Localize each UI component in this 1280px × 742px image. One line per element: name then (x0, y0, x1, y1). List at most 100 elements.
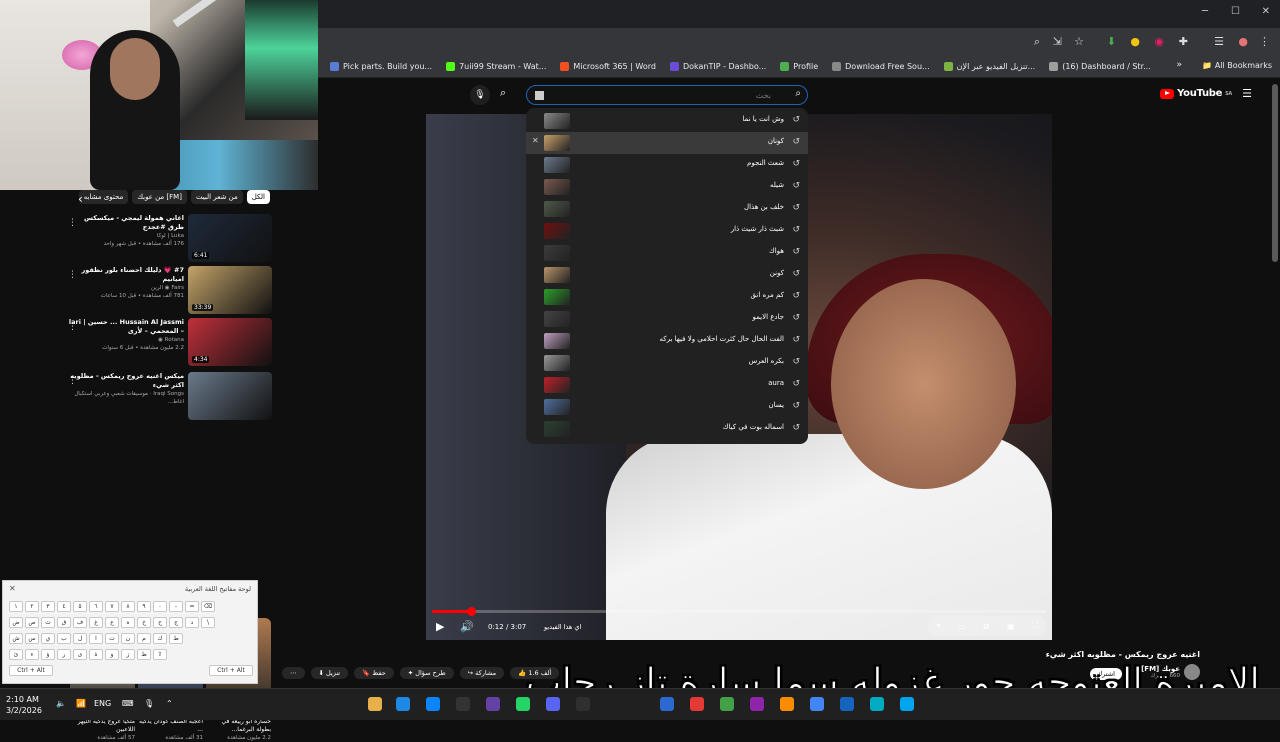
twitch-icon[interactable] (486, 697, 500, 711)
app-icon-d[interactable] (750, 697, 764, 711)
autoplay-icon[interactable]: ⏸ (937, 621, 941, 631)
voice-search-icon[interactable]: 🎙 (470, 85, 490, 105)
extensions-icon[interactable]: ✚ (1179, 35, 1188, 48)
related-video-title[interactable]: ميكس اغنيه عروج ريمكس - مظلوبه اكثر شيء (68, 372, 184, 390)
bookmark-item[interactable]: Profile (774, 62, 824, 71)
keyboard-key[interactable]: ء (25, 649, 39, 660)
related-video-title[interactable]: اغاني همولة ليمجي - ميكسكس طرق #عجدج (68, 214, 184, 232)
zoom-icon[interactable]: ⌕ (1034, 35, 1040, 49)
keyboard-tray-icon[interactable]: ⌨ (122, 699, 134, 708)
keyboard-key[interactable]: ش (9, 633, 23, 644)
download-button[interactable]: ⬇ تنزيل (310, 667, 349, 679)
keyboard-key[interactable]: ئ (9, 649, 23, 660)
search-suggestion[interactable]: ↺ جادع الايمو (526, 308, 808, 330)
keyboard-key[interactable]: ٣ (41, 601, 55, 612)
related-video[interactable]: ⋮ 33:39 #7 💗 دليلك احضناء بلور نظقور اميان… (68, 266, 272, 314)
related-video-title[interactable]: #7 💗 دليلك احضناء بلور نظقور اميانيم (68, 266, 184, 284)
chrome-icon[interactable] (810, 697, 824, 711)
keyboard-key[interactable]: غ (89, 617, 103, 628)
keyboard-key[interactable]: د (185, 617, 199, 628)
keyboard-key[interactable]: ج (169, 617, 183, 628)
ask-button[interactable]: ✦ طرح سؤال (399, 667, 454, 679)
keyboard-key[interactable]: ٥ (73, 601, 87, 612)
search-suggestion[interactable]: ↺ هواك (526, 242, 808, 264)
recording-ext-icon[interactable]: ◉ (1154, 35, 1164, 48)
search-suggestion[interactable]: ↺ وش انت يا نما (526, 110, 808, 132)
profile-avatar-icon[interactable]: ● (1238, 35, 1248, 48)
keyboard-key[interactable]: ل (73, 633, 87, 644)
search-input[interactable] (551, 89, 771, 102)
browser-menu-icon[interactable]: ⋮ (1259, 35, 1270, 48)
language-indicator[interactable]: ENG (94, 699, 111, 708)
obs-icon[interactable] (576, 697, 590, 711)
keyboard-key[interactable]: ٧ (105, 601, 119, 612)
search-suggestion[interactable]: ↺ شيله (526, 176, 808, 198)
keyboard-key[interactable]: ث (41, 617, 55, 628)
keyboard-key[interactable]: ض (9, 617, 23, 628)
page-scrollbar[interactable] (1272, 84, 1278, 262)
search-suggestion[interactable]: ↺ شبث ذار شيث ذار (526, 220, 808, 242)
youtube-logo[interactable]: YouTube SA (1160, 88, 1232, 99)
bookmark-item[interactable]: تنزيل الفيديو عبر الإن... (938, 62, 1042, 71)
mic-tray-icon[interactable]: 🎙 (144, 699, 154, 708)
discord-icon[interactable] (546, 697, 560, 711)
video-thumbnail[interactable]: 4:34 (188, 318, 272, 366)
video-thumbnail[interactable]: 6:41 (188, 214, 272, 262)
keyboard-key[interactable]: م (137, 633, 151, 644)
speaker-icon[interactable]: 🔈 (56, 699, 66, 708)
app-icon-g[interactable] (870, 697, 884, 711)
short-caption[interactable]: خساره ابو رييعه في بطولة البرغما... 2.2 م… (206, 718, 271, 742)
close-icon[interactable]: ✕ (1262, 6, 1270, 17)
search-suggestion[interactable]: ↺ الفت الحال حال كثرت احلامي ولا فيها برك… (526, 330, 808, 352)
keyboard-key[interactable]: ب (57, 633, 71, 644)
search-box[interactable]: ⌕ (526, 85, 808, 105)
save-button[interactable]: 🔖 حفظ (354, 667, 394, 679)
bookmark-item[interactable]: DokanTIP - Dashbo... (664, 62, 772, 71)
search-suggestion[interactable]: ↺ خلف بن هذال (526, 198, 808, 220)
whatsapp-icon[interactable] (516, 697, 530, 711)
bookmark-item[interactable]: (16) Dashboard / Str... (1043, 62, 1157, 71)
maximize-icon[interactable]: ☐ (1231, 6, 1240, 17)
keyboard-key[interactable]: ⌫ (201, 601, 215, 612)
keyboard-key[interactable]: ٢ (25, 601, 39, 612)
keyboard-key[interactable]: - (169, 601, 183, 612)
hamburger-menu-icon[interactable]: ☰ (1242, 87, 1252, 100)
edge-icon[interactable] (426, 697, 440, 711)
keyboard-key[interactable]: س (25, 633, 39, 644)
subtitles-icon[interactable]: ▭ (958, 622, 966, 631)
search-icon[interactable]: ⌕ (500, 86, 506, 100)
keyboard-key[interactable]: Ctrl + Alt (209, 665, 253, 676)
keyboard-key[interactable]: ر (57, 649, 71, 660)
bookmark-item[interactable]: Pick parts. Build you... (324, 62, 438, 71)
keyboard-key[interactable]: ص (25, 617, 39, 628)
download-ext-icon[interactable]: ⬇ (1107, 35, 1116, 48)
app-icon-c[interactable] (720, 697, 734, 711)
xbox-icon[interactable] (456, 697, 470, 711)
keyboard-key[interactable]: ز (121, 649, 135, 660)
fullscreen-icon[interactable]: ⛶ (1032, 621, 1038, 631)
keyboard-key[interactable]: \ (201, 617, 215, 628)
related-video[interactable]: ⋮ ميكس اغنيه عروج ريمكس - مظلوبه اكثر شيء… (68, 372, 272, 420)
filter-chip[interactable]: من عوبك [FM] (132, 190, 187, 204)
short-caption[interactable]: متكيا عروج يذكيه آلتيهر اللاعبين 57 ألف م… (70, 718, 135, 742)
video-thumbnail[interactable] (188, 372, 272, 420)
more-actions-button[interactable]: ⋯ (282, 667, 305, 679)
related-video[interactable]: ⋮ 4:34 Hussain Al Jassmi ... حسين | lari –… (68, 318, 272, 366)
star-icon[interactable]: ☆ (1074, 35, 1084, 48)
filter-chip[interactable]: الكل (246, 190, 270, 204)
related-video[interactable]: ⋮ 6:41 اغاني همولة ليمجي - ميكسكس طرق #عجد… (68, 214, 272, 262)
keyboard-key[interactable]: ه (121, 617, 135, 628)
chips-prev-icon[interactable]: ‹ (78, 192, 83, 206)
keyboard-key[interactable]: ى (73, 649, 87, 660)
keyboard-key[interactable]: ط (169, 633, 183, 644)
search-suggestion[interactable]: ↺ كم مره انق (526, 286, 808, 308)
cast-icon[interactable]: ⇲ (1053, 35, 1062, 48)
keyboard-key[interactable]: ٦ (89, 601, 103, 612)
app-icon-a[interactable] (660, 697, 674, 711)
keyboard-key[interactable]: = (185, 601, 199, 612)
app-icon-e[interactable] (780, 697, 794, 711)
keyboard-key[interactable]: ٨ (121, 601, 135, 612)
taskbar-clock[interactable]: 2:10 AM 3/2/2026 (6, 694, 42, 716)
search-suggestion[interactable]: ↺ كونان ✕ (526, 132, 808, 154)
bookmark-item[interactable]: Microsoft 365 | Word (554, 62, 662, 71)
